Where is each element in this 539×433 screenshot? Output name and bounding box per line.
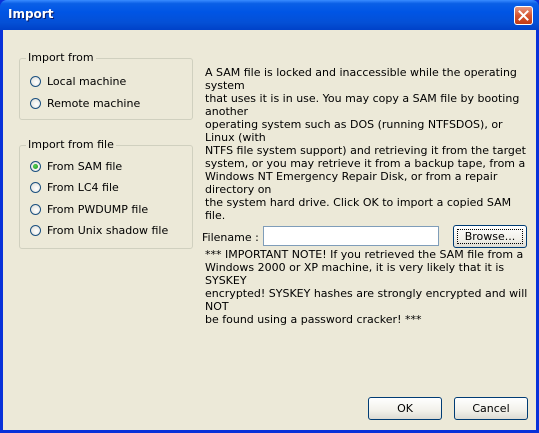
ok-button-label: OK <box>397 402 413 415</box>
close-icon <box>518 10 529 21</box>
import-from-group: Import from Local machine Remote machine <box>19 51 193 120</box>
import-from-file-group: Import from file From SAM file From LC4 … <box>19 138 193 249</box>
info-text: A SAM file is locked and inaccessible wh… <box>205 53 530 339</box>
title-bar[interactable]: Import <box>0 0 539 30</box>
radio-unix-shadow-file[interactable]: From Unix shadow file <box>30 222 168 238</box>
radio-sam-file[interactable]: From SAM file <box>30 158 122 174</box>
filename-label: Filename : <box>202 231 259 244</box>
sam-info-paragraph: A SAM file is locked and inaccessible wh… <box>205 66 526 222</box>
radio-button[interactable] <box>30 203 41 215</box>
radio-lc4-file[interactable]: From LC4 file <box>30 179 119 195</box>
import-from-title: Import from <box>26 51 96 64</box>
radio-label: Local machine <box>47 74 127 88</box>
browse-button-label: Browse... <box>454 226 526 247</box>
radio-label: From Unix shadow file <box>47 223 169 237</box>
important-note-paragraph: *** IMPORTANT NOTE! If you retrieved the… <box>205 248 528 326</box>
radio-label: From SAM file <box>47 159 123 173</box>
cancel-button[interactable]: Cancel <box>454 397 528 420</box>
radio-button[interactable] <box>30 224 41 236</box>
close-button[interactable] <box>514 6 533 25</box>
radio-button[interactable] <box>30 75 41 87</box>
radio-label: From LC4 file <box>47 180 119 194</box>
ok-button[interactable]: OK <box>368 397 442 420</box>
radio-button-checked[interactable] <box>30 160 41 172</box>
import-from-file-title: Import from file <box>26 138 116 151</box>
radio-button[interactable] <box>30 181 41 193</box>
radio-button[interactable] <box>30 97 41 109</box>
dialog-body: Import from Local machine Remote machine… <box>3 30 536 430</box>
window-title: Import <box>8 7 54 21</box>
import-dialog: Import Import from Local machine Remote … <box>0 0 539 433</box>
browse-button[interactable]: Browse... <box>453 225 527 248</box>
radio-local-machine[interactable]: Local machine <box>30 73 126 89</box>
radio-pwdump-file[interactable]: From PWDUMP file <box>30 201 148 217</box>
radio-label: From PWDUMP file <box>47 202 149 216</box>
radio-label: Remote machine <box>47 96 141 110</box>
radio-remote-machine[interactable]: Remote machine <box>30 95 140 111</box>
filename-input[interactable] <box>263 226 439 246</box>
cancel-button-label: Cancel <box>472 402 510 415</box>
